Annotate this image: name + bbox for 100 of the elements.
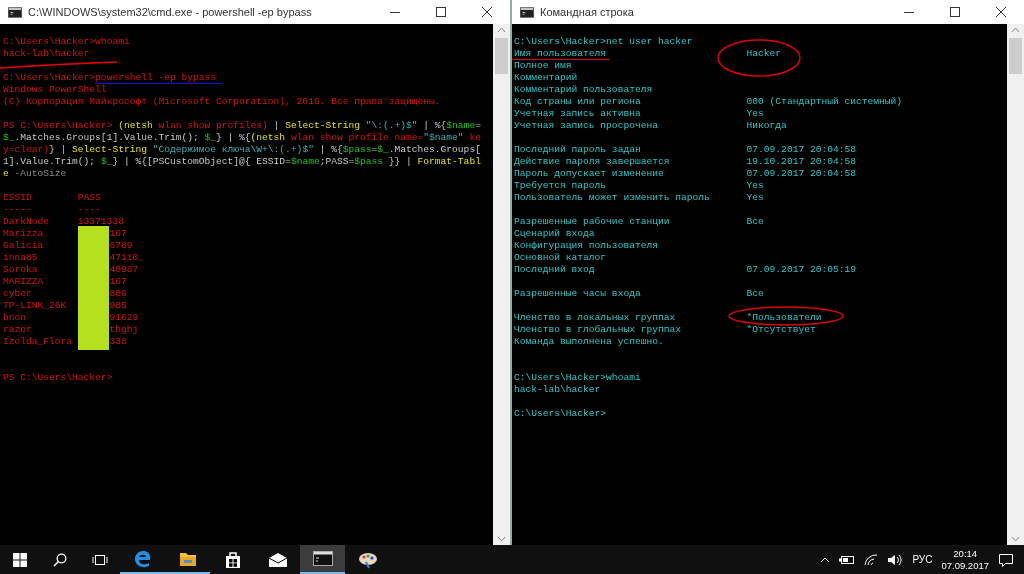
console-line: Пользователь может изменить пароль (514, 192, 710, 203)
clock-time[interactable]: 20:14 (953, 547, 978, 560)
console-line: PS C:\Users\Hacker> (netsh wlan show profiles) | Select-String "\:(.+)$" | %{$name= (3, 120, 481, 131)
password-cell-text: 338 (108, 336, 127, 348)
console-line: hack-lab\hacker (514, 384, 601, 395)
window-title: Командная строка (540, 6, 635, 18)
password-cell-text: 47110 (108, 252, 139, 264)
chevron-up-icon[interactable] (820, 556, 831, 563)
essid-cell-text: inna85 (3, 252, 39, 264)
volume-icon[interactable] (887, 553, 904, 566)
essid-cell-text: MARIZZA (3, 276, 45, 288)
close-icon (996, 7, 1006, 17)
console-icon (312, 551, 333, 566)
essid-cell-text: Soroka (3, 264, 39, 276)
password-cell-text: 985 (108, 300, 127, 312)
vertical-scrollbar[interactable] (493, 24, 510, 545)
essid-cell-text: Izolda_Flora (3, 336, 74, 348)
scrollbar-thumb[interactable] (1009, 38, 1022, 74)
maximize-icon (436, 7, 446, 17)
console-line: Комментарий пользователя (514, 84, 653, 95)
property-value: Yes (746, 192, 764, 203)
console-line: Разрешенные часы входа (514, 288, 641, 299)
header-rule: ---- (77, 204, 101, 216)
password-cell: 13371338 (77, 216, 124, 228)
password-cell-text: 91629 (108, 312, 139, 324)
property-value: 07.09.2017 20:05:19 (746, 264, 856, 275)
console-line: Windows PowerShell (3, 84, 107, 95)
console-line: C:\Users\Hacker>whoami (3, 36, 130, 47)
close-icon (482, 7, 492, 17)
essid-cell-text: bnon (3, 312, 28, 324)
console-line: Членство в глобальных группах (514, 324, 681, 335)
console-line: PS C:\Users\Hacker> (3, 372, 113, 383)
maximize-icon (950, 7, 960, 17)
property-value: 07.09.2017 20:04:58 (746, 144, 856, 155)
shopping-bag-icon (224, 551, 241, 568)
essid-cell-text: Galicia (3, 240, 45, 252)
console-line: Команда выполнена успешно. (514, 336, 664, 347)
console-icon (520, 6, 534, 18)
console-line: Учетная запись активна (514, 108, 641, 119)
taskbar-app-button[interactable] (300, 545, 345, 574)
essid-cell-text: Marizza (3, 228, 45, 240)
property-value: Никогда (746, 120, 787, 131)
console-line: Комментарий (514, 72, 578, 83)
notifications-icon[interactable] (998, 552, 1014, 567)
console-line: Имя пользователя (514, 48, 607, 59)
console-line: C:\Users\Hacker>whoami (514, 372, 641, 383)
console-line: C:\Users\Hacker> (514, 408, 607, 419)
essid-cell-text: DarkNode (3, 216, 51, 228)
property-value: *Отсутствует (746, 324, 816, 335)
console-line: Последний пароль задан (514, 144, 641, 155)
password-cell-text: 167 (108, 276, 127, 288)
browser-icon (133, 549, 152, 568)
search-icon (53, 552, 67, 567)
window-title: C:\WINDOWS\system32\cmd.exe - powershell -ep bypass (28, 6, 313, 18)
property-value: Yes (746, 108, 764, 119)
password-cell-text: 40987 (108, 264, 139, 276)
password-cell-text: 167 (108, 228, 127, 240)
essid-cell-text: cyber (3, 288, 33, 300)
battery-icon[interactable] (839, 554, 856, 565)
console-line: $_.Matches.Groups[1].Value.Trim(); $_} | %{(netsh wlan show profile name="$name" ke (3, 132, 481, 143)
start-icon (13, 552, 27, 567)
vertical-scrollbar[interactable] (1007, 24, 1024, 545)
password-cell-text: thghj (108, 324, 139, 336)
scrollbar-thumb[interactable] (495, 38, 508, 74)
property-value: Yes (746, 180, 764, 191)
console-line: Конфигурация пользователя (514, 240, 658, 251)
header-rule: ----- (3, 204, 33, 216)
property-value: 07.09.2017 20:04:58 (746, 168, 856, 179)
console-line: Членство в локальных группах (514, 312, 676, 323)
console-line: hack-lab\hacker (3, 48, 90, 59)
essid-cell-text: razor (3, 324, 33, 336)
language-indicator[interactable]: РУС (912, 554, 933, 565)
property-value: *Пользователи (746, 312, 822, 323)
console-line: y=clear)} | Select-String "Содержимое ключа\W+\:(.+)$" | %{$pass=$_.Matches.Groups[ (3, 144, 481, 155)
palette-icon (357, 550, 378, 569)
console-line: Основной каталог (514, 252, 607, 263)
password-cell-text: 6789 (108, 240, 133, 252)
column-header: ESSID (3, 192, 33, 204)
property-value: Hacker (746, 48, 782, 59)
column-header: PASS (77, 192, 101, 204)
console-line: (C) Корпорация Майкрософт (Microsoft Corporation), 2016. Все права защищены. (3, 96, 441, 107)
console-line: Действие пароля завершается (514, 156, 670, 167)
envelope-icon (268, 552, 287, 567)
clock-date[interactable]: 07.09.2017 (941, 559, 989, 572)
console-line: C:\Users\Hacker>net user hacker (514, 36, 693, 47)
console-line: Учетная запись просрочена (514, 120, 658, 131)
console-line: C:\Users\Hacker>powershell -ep bypass (3, 72, 217, 83)
task-view-icon (92, 553, 108, 566)
console-line: 1].Value.Trim(); $_} | %{[PSCustomObject]@{ ESSID=$name;PASS=$pass }} | Format-Tabl (3, 156, 481, 167)
console-line: Пароль допускает изменение (514, 168, 664, 179)
property-value: Все (746, 216, 764, 227)
console-line: Сценарий входа (514, 228, 595, 239)
property-value: Все (746, 288, 764, 299)
wifi-icon[interactable] (864, 553, 879, 566)
console-line: Код страны или региона (514, 96, 641, 107)
console-line: Полное имя (514, 60, 572, 71)
password-cell-text: 806 (108, 288, 127, 300)
essid-cell-text: TP-LINK_26K (3, 300, 68, 312)
console-icon (8, 6, 22, 18)
property-value: 19.10.2017 20:04:58 (746, 156, 856, 167)
